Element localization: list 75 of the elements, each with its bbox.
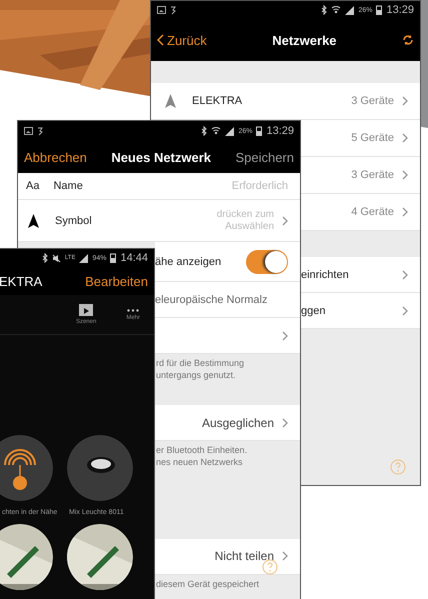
- lamp-icon[interactable]: [67, 435, 133, 501]
- refresh-icon[interactable]: [402, 34, 414, 46]
- symbol-picker[interactable]: Symbol drücken zum Auswählen: [18, 200, 300, 242]
- note-line: untergangs genutzt.: [156, 370, 236, 382]
- action-row[interactable]: einrichten: [301, 257, 420, 293]
- clock: 13:29: [266, 125, 294, 137]
- chevron-icon: [402, 133, 408, 143]
- cancel-link[interactable]: Abbrechen: [24, 150, 87, 164]
- setting-row[interactable]: Ausgeglichen: [155, 405, 300, 442]
- nearby-lights-icon[interactable]: [0, 435, 53, 501]
- battery-icon: [376, 5, 382, 15]
- field-label: Name: [53, 180, 83, 192]
- note-line: rd für die Bestimmung: [156, 358, 244, 370]
- chevron-icon: [282, 216, 288, 226]
- setting-value: Nicht teilen: [214, 549, 274, 564]
- bluetooth-icon: [42, 253, 48, 263]
- screen-title: Netzwerke: [272, 32, 337, 48]
- network-row[interactable]: ELEKTRA 3 Geräte: [151, 83, 420, 120]
- device-count: 3 Geräte: [351, 95, 394, 107]
- chevron-icon: [402, 170, 408, 180]
- action-row[interactable]: ggen: [301, 293, 420, 329]
- device-count: 5 Geräte: [351, 132, 394, 144]
- wifi-icon: [211, 126, 222, 136]
- placeholder: Erforderlich: [232, 180, 288, 192]
- image-icon: [157, 6, 166, 14]
- arrow-icon: [165, 94, 176, 108]
- signal-icon: [79, 254, 88, 262]
- network-title: EKTRA: [0, 274, 42, 288]
- network-row[interactable]: 4 Geräte: [301, 194, 420, 231]
- save-link[interactable]: Speichern: [235, 150, 294, 164]
- text-icon: Aa: [26, 180, 40, 192]
- clock: 13:29: [386, 4, 414, 16]
- edit-link[interactable]: Bearbeiten: [85, 274, 148, 288]
- chevron-icon: [402, 270, 408, 280]
- chevron-icon: [282, 330, 288, 340]
- chevron-icon: [402, 207, 408, 217]
- note-line: nes neuen Netzwerks: [156, 457, 243, 469]
- wifi-icon: [331, 5, 342, 15]
- back-icon[interactable]: [157, 34, 164, 46]
- name-field[interactable]: Aa Name Erforderlich: [18, 173, 300, 200]
- mute-icon: [52, 254, 61, 262]
- chevron-icon: [402, 96, 408, 106]
- network-row[interactable]: 5 Geräte: [301, 120, 420, 157]
- signal-icon: [345, 6, 354, 14]
- time-zone-row[interactable]: eleuropäische Normalz: [155, 282, 300, 318]
- clock: 14:44: [120, 252, 148, 264]
- chevron-icon: [282, 418, 288, 428]
- toggle-switch[interactable]: [246, 250, 288, 274]
- setting-value: Ausgeglichen: [202, 416, 274, 430]
- note-line: diesem Gerät gespeichert: [156, 578, 260, 590]
- signal-icon: [225, 126, 234, 136]
- chevron-icon: [402, 306, 408, 316]
- screen-title: Neues Netzwerk: [111, 150, 212, 164]
- field-label: Symbol: [55, 214, 92, 226]
- placeholder: drücken zum Auswählen: [216, 208, 274, 232]
- play-icon: [79, 304, 94, 316]
- device-count: 3 Geräte: [351, 169, 394, 181]
- action-label: ggen: [301, 304, 326, 316]
- more-icon: [127, 308, 140, 312]
- chevron-icon: [282, 551, 288, 562]
- toggle-label: ähe anzeigen: [155, 256, 222, 268]
- time-zone: eleuropäische Normalz: [155, 294, 268, 306]
- bluetooth-icon: [321, 5, 328, 15]
- action-label: einrichten: [301, 268, 349, 280]
- image-icon: [24, 127, 33, 135]
- note-line: er Bluetooth Einheiten.: [156, 445, 248, 458]
- setting-row[interactable]: Nicht teilen: [155, 538, 300, 575]
- arrow-icon: [28, 214, 39, 228]
- device-count: 4 Geräte: [351, 206, 394, 218]
- battery-icon: [110, 253, 116, 263]
- network-name: ELEKTRA: [192, 95, 242, 107]
- back-link[interactable]: Zurück: [167, 32, 207, 48]
- network-row[interactable]: 3 Geräte: [301, 157, 420, 194]
- bluetooth-icon: [201, 126, 208, 136]
- battery-icon: [256, 126, 262, 136]
